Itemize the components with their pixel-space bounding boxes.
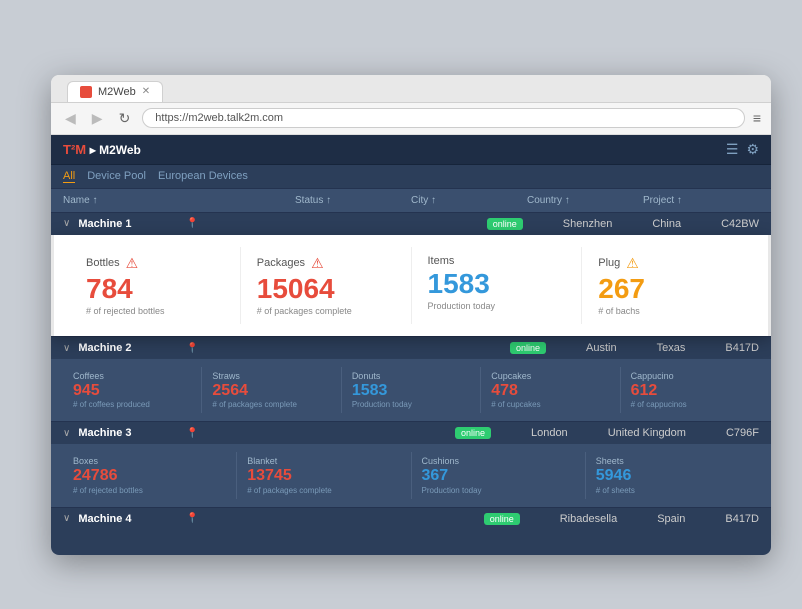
machine2-country: Texas	[657, 342, 686, 354]
machine3-city: London	[531, 427, 568, 439]
machine3-chevron[interactable]: ∨	[63, 428, 70, 439]
machine1-chevron[interactable]: ∨	[63, 218, 70, 229]
tab-title: M2Web	[98, 86, 136, 98]
machine4-header: ∨ Machine 4 📍 online Ribadesella Spain B…	[51, 507, 771, 530]
address-bar[interactable]: https://m2web.talk2m.com	[142, 108, 745, 128]
machine1-project: C42BW	[721, 218, 759, 230]
machine1-widget-panel: Bottles ⚠ 784 # of rejected bottles Pack…	[51, 235, 771, 337]
machine1-city: Shenzhen	[563, 218, 613, 230]
machine2-project: B417D	[725, 342, 759, 354]
machine3-country: United Kingdom	[608, 427, 686, 439]
widget-items-value: 1583	[428, 269, 566, 300]
sw-donuts: Donuts 1583 Production today	[342, 367, 481, 413]
sw-sheets: Sheets 5946 # of sheets	[586, 452, 759, 498]
list-icon[interactable]: ☰	[726, 141, 739, 158]
col-project[interactable]: Project ↑	[643, 195, 759, 206]
machine4-status: online	[484, 513, 520, 525]
header-icons: ☰ ⚙	[726, 141, 759, 158]
widget-packages-label: Packages ⚠	[257, 255, 395, 272]
machine2-widget-panel: Coffees 945 # of coffees produced Straws…	[51, 359, 771, 421]
machine4-pin-icon: 📍	[186, 513, 198, 524]
app-header: T²M ▸ M2Web ☰ ⚙	[51, 135, 771, 165]
sw-cushions: Cushions 367 Production today	[412, 452, 586, 498]
widget-bottles-sublabel: # of rejected bottles	[86, 306, 224, 316]
widget-plug-label: Plug ⚠	[598, 255, 736, 272]
browser-tab[interactable]: M2Web ✕	[67, 81, 163, 102]
sw-cappucino: Cappucino 612 # of cappucinos	[621, 367, 759, 413]
col-country[interactable]: Country ↑	[527, 195, 643, 206]
table-header: Name ↑ Status ↑ City ↑ Country ↑ Project…	[51, 189, 771, 212]
machine1-country: China	[652, 218, 681, 230]
machine1-pin-icon: 📍	[186, 218, 198, 229]
widget-plug-value: 267	[598, 274, 736, 305]
machine2-header: ∨ Machine 2 📍 online Austin Texas B417D	[51, 336, 771, 359]
bottles-alert-icon: ⚠	[126, 255, 139, 272]
machine2-chevron[interactable]: ∨	[63, 343, 70, 354]
browser-titlebar: M2Web ✕	[51, 75, 771, 103]
widget-bottles: Bottles ⚠ 784 # of rejected bottles	[70, 247, 241, 325]
widget-items: Items 1583 Production today	[412, 247, 583, 325]
machine4-location-info: online Ribadesella Spain B417D	[484, 513, 759, 525]
widget-plug: Plug ⚠ 267 # of bachs	[582, 247, 752, 325]
app-logo: T²M ▸ M2Web	[63, 142, 141, 157]
logo-m2web: ▸ M2Web	[90, 143, 141, 157]
machine3-project: C796F	[726, 427, 759, 439]
sw-blanket: Blanket 13745 # of packages complete	[237, 452, 411, 498]
widget-items-label: Items	[428, 255, 566, 267]
widget-plug-sublabel: # of bachs	[598, 306, 736, 316]
widget-packages-value: 15064	[257, 274, 395, 305]
sw-straws: Straws 2564 # of packages complete	[202, 367, 341, 413]
nav-item-all[interactable]: All	[63, 170, 75, 183]
logo-t2m: T²M	[63, 142, 86, 157]
nav-item-european-devices[interactable]: European Devices	[158, 170, 248, 182]
url-text: https://m2web.talk2m.com	[155, 112, 283, 124]
col-status[interactable]: Status ↑	[295, 195, 411, 206]
machine3-status: online	[455, 427, 491, 439]
widget-bottles-label: Bottles ⚠	[86, 255, 224, 272]
refresh-button[interactable]: ↻	[115, 108, 135, 129]
machine3-header: ∨ Machine 3 📍 online London United Kingd…	[51, 421, 771, 444]
machine3-pin-icon: 📍	[186, 428, 198, 439]
machine2-pin-icon: 📍	[186, 343, 198, 354]
machine4-chevron[interactable]: ∨	[63, 513, 70, 524]
sw-coffees: Coffees 945 # of coffees produced	[63, 367, 202, 413]
machine3-name[interactable]: Machine 3	[78, 427, 178, 439]
app-content: T²M ▸ M2Web ☰ ⚙ All Device Pool European…	[51, 135, 771, 555]
tab-close-icon[interactable]: ✕	[142, 86, 150, 97]
machine1-location-info: online Shenzhen China C42BW	[487, 218, 759, 230]
app-nav: All Device Pool European Devices	[51, 165, 771, 189]
settings-icon[interactable]: ⚙	[746, 141, 759, 158]
sw-cupcakes: Cupcakes 478 # of cupcakes	[481, 367, 620, 413]
machine1-name[interactable]: Machine 1	[78, 218, 178, 230]
forward-button[interactable]: ▶	[88, 108, 107, 129]
machine2-name[interactable]: Machine 2	[78, 342, 178, 354]
machine2-city: Austin	[586, 342, 617, 354]
col-name[interactable]: Name ↑	[63, 195, 295, 206]
nav-item-device-pool[interactable]: Device Pool	[87, 170, 146, 182]
machine3-location-info: online London United Kingdom C796F	[455, 427, 759, 439]
sw-boxes: Boxes 24786 # of rejected bottles	[63, 452, 237, 498]
back-button[interactable]: ◀	[61, 108, 80, 129]
machine4-country: Spain	[657, 513, 685, 525]
machine1-status: online	[487, 218, 523, 230]
machine1-header: ∨ Machine 1 📍 online Shenzhen China C42B…	[51, 212, 771, 235]
machine2-location-info: online Austin Texas B417D	[510, 342, 759, 354]
widget-packages-sublabel: # of packages complete	[257, 306, 395, 316]
browser-window: M2Web ✕ ◀ ▶ ↻ https://m2web.talk2m.com ≡…	[51, 75, 771, 555]
widget-packages: Packages ⚠ 15064 # of packages complete	[241, 247, 412, 325]
tab-favicon	[80, 86, 92, 98]
machine4-project: B417D	[725, 513, 759, 525]
plug-alert-icon: ⚠	[626, 255, 639, 272]
machine2-status: online	[510, 342, 546, 354]
machine3-widget-panel: Boxes 24786 # of rejected bottles Blanke…	[51, 444, 771, 506]
machine4-name[interactable]: Machine 4	[78, 513, 178, 525]
col-city[interactable]: City ↑	[411, 195, 527, 206]
widget-items-sublabel: Production today	[428, 301, 566, 311]
packages-alert-icon: ⚠	[311, 255, 324, 272]
widget-bottles-value: 784	[86, 274, 224, 305]
machine4-city: Ribadesella	[560, 513, 617, 525]
browser-nav: ◀ ▶ ↻ https://m2web.talk2m.com ≡	[51, 103, 771, 135]
browser-menu-icon[interactable]: ≡	[753, 110, 761, 126]
